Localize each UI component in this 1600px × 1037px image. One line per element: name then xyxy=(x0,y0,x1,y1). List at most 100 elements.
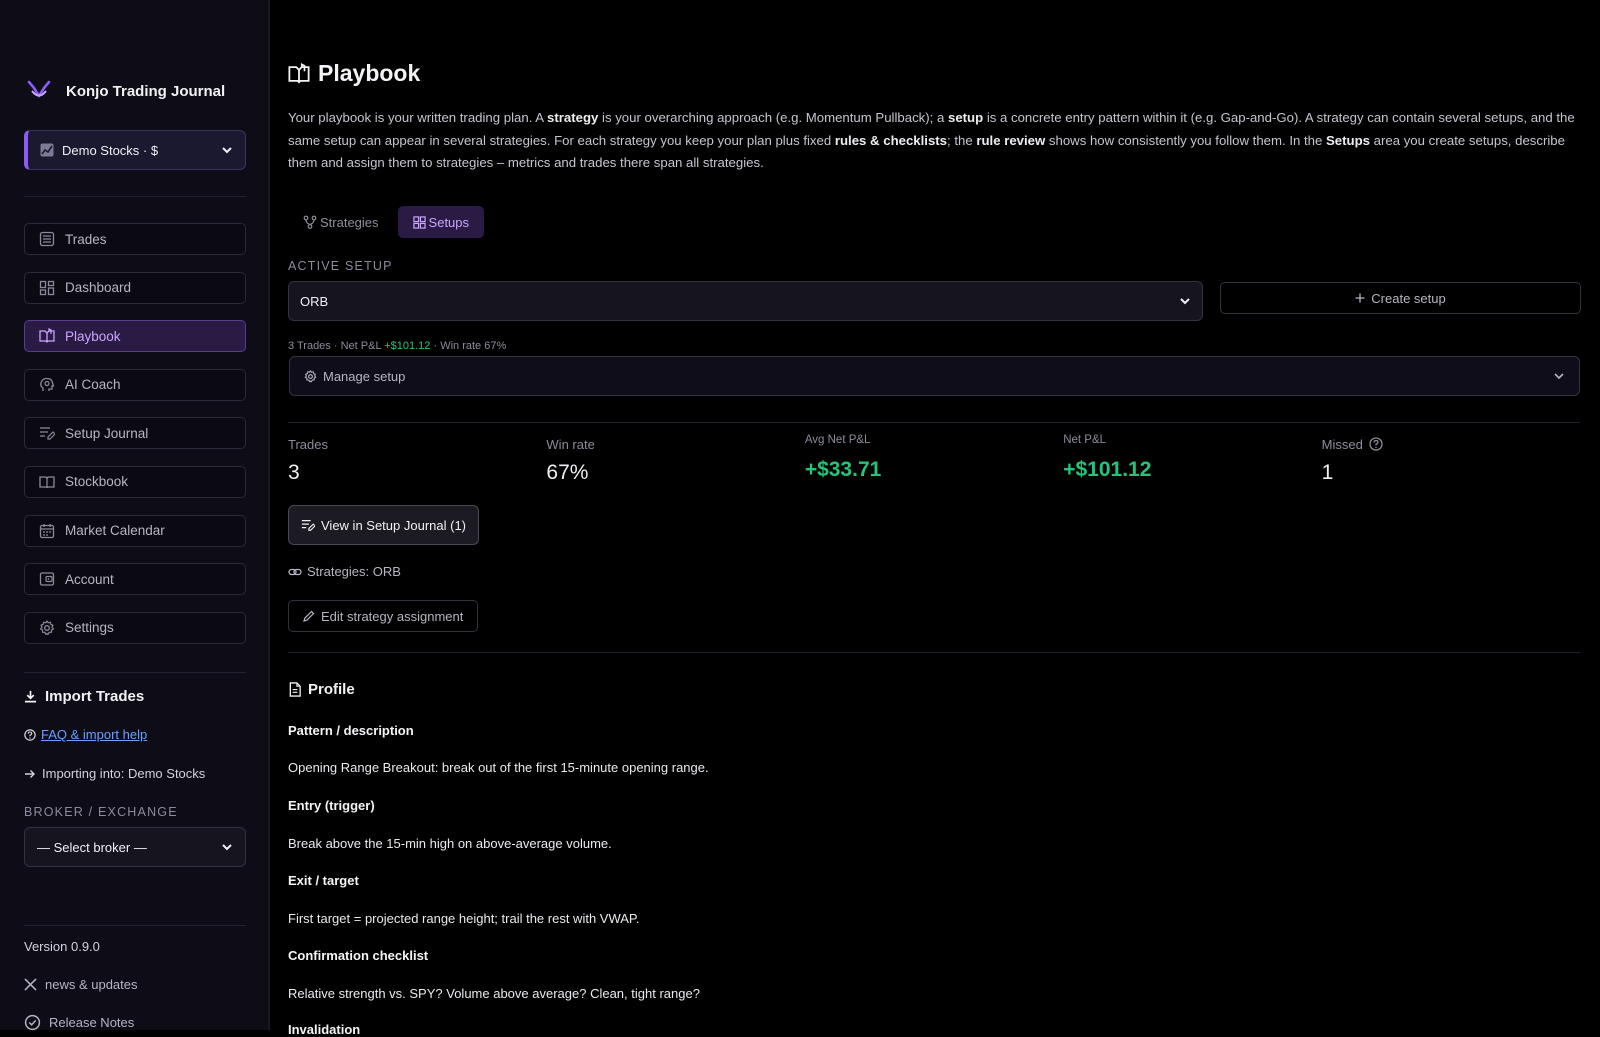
sidebar-item-label: Account xyxy=(65,571,114,587)
sidebar-item-label: Playbook xyxy=(65,328,121,344)
pattern-heading: Pattern / description xyxy=(288,723,414,738)
sidebar-item-label: Dashboard xyxy=(65,280,132,296)
stat-label: Net P&L xyxy=(1063,434,1107,446)
intro-bold: rule review xyxy=(976,132,1046,148)
notes-icon xyxy=(40,427,55,440)
intro-bold: strategy xyxy=(547,110,599,125)
intro-bold: setup xyxy=(947,110,984,125)
link-icon xyxy=(288,568,302,575)
confirmation-text: Relative strength vs. SPY? Volume above … xyxy=(288,986,700,1001)
download-icon xyxy=(24,690,37,703)
stat-trades: Trades 3 xyxy=(288,436,546,485)
create-setup-label: Create setup xyxy=(1371,290,1446,306)
sidebar-divider xyxy=(24,672,246,673)
edit-strategy-assignment-button[interactable]: Edit strategy assignment xyxy=(288,600,479,632)
edit-strategy-assignment-label: Edit strategy assignment xyxy=(321,608,464,624)
importing-into-label: Importing into: Demo Stocks xyxy=(42,766,206,781)
page-title: Playbook xyxy=(288,60,420,87)
news-link[interactable]: news & updates xyxy=(24,977,138,992)
section-divider xyxy=(288,422,1580,423)
stat-value: +$33.71 xyxy=(804,458,882,481)
book-icon xyxy=(288,62,310,84)
sidebar-item-market-calendar[interactable]: Market Calendar xyxy=(24,514,246,547)
broker-select[interactable]: — Select broker — xyxy=(24,827,246,867)
stat-label: Avg Net P&L xyxy=(804,434,871,446)
stat-label-row: Missed xyxy=(1322,436,1580,452)
stat-net-pnl: Net P&L +$101.12 xyxy=(1063,434,1321,485)
summary-trades: 3 Trades xyxy=(288,340,331,352)
faq-link[interactable]: FAQ & import help xyxy=(41,727,147,742)
tab-strategies-label: Strategies xyxy=(320,214,379,230)
exit-text: First target = projected range height; t… xyxy=(288,911,640,926)
branch-icon xyxy=(303,215,317,229)
release-notes-label: Release Notes xyxy=(49,1015,135,1030)
chevron-down-icon xyxy=(222,147,232,154)
notes-icon xyxy=(301,520,315,531)
sidebar-item-label: Trades xyxy=(65,231,107,247)
summary-win-rate: Win rate 67% xyxy=(440,340,507,352)
sidebar-item-ai-coach[interactable]: AI Coach xyxy=(24,368,246,401)
stat-value: 67% xyxy=(546,461,589,484)
sidebar-item-playbook[interactable]: Playbook xyxy=(24,320,246,353)
list-icon xyxy=(39,231,55,247)
exit-heading: Exit / target xyxy=(288,873,359,888)
active-setup-select[interactable]: ORB xyxy=(288,281,1203,321)
stat-value: 1 xyxy=(1321,461,1334,484)
intro-bold: rules & checklists xyxy=(834,132,948,148)
brand[interactable]: Konjo Trading Journal xyxy=(26,78,225,104)
sidebar-item-stockbook[interactable]: Stockbook xyxy=(24,465,246,498)
release-notes-link[interactable]: Release Notes xyxy=(24,1014,134,1031)
wallet-icon xyxy=(39,572,55,586)
active-setup-value: ORB xyxy=(300,293,329,309)
create-setup-button[interactable]: Create setup xyxy=(1220,282,1581,314)
tab-setups[interactable]: Setups xyxy=(397,206,485,238)
sidebar-item-label: Setup Journal xyxy=(65,425,149,441)
importing-into: Importing into: Demo Stocks xyxy=(24,766,205,781)
arrow-right-icon xyxy=(25,769,35,778)
intro-text: is your overarching approach (e.g. Momen… xyxy=(598,110,948,125)
sidebar-item-trades[interactable]: Trades xyxy=(24,223,246,255)
calendar-icon xyxy=(39,523,55,538)
sidebar-divider xyxy=(24,925,246,926)
stat-missed: Missed 1 xyxy=(1322,436,1580,485)
intro-bold: Setups xyxy=(1326,132,1370,148)
entry-text: Break above the 15-min high on above-ave… xyxy=(288,836,612,851)
chart-icon xyxy=(40,143,54,157)
stat-avg-net-pnl: Avg Net P&L +$33.71 xyxy=(804,434,1063,485)
manage-setup-accordion[interactable]: Manage setup xyxy=(289,356,1580,396)
sidebar-item-dashboard[interactable]: Dashboard xyxy=(24,271,246,304)
broker-select-label: — Select broker — xyxy=(37,839,147,855)
view-in-setup-journal-label: View in Setup Journal (1) xyxy=(321,517,467,533)
pencil-icon xyxy=(303,610,315,622)
sidebar-item-account[interactable]: Account xyxy=(24,563,246,596)
help-circle-icon[interactable] xyxy=(1369,437,1383,451)
summary-separator: · xyxy=(333,340,338,352)
book-icon xyxy=(39,328,55,344)
sidebar-divider xyxy=(24,196,246,197)
view-in-setup-journal-button[interactable]: View in Setup Journal (1) xyxy=(288,505,480,545)
sidebar-item-label: AI Coach xyxy=(65,377,121,393)
plus-icon xyxy=(1355,293,1365,303)
intro-text: shows how consistently you follow them. … xyxy=(1045,132,1326,148)
document-icon xyxy=(289,682,301,697)
grid-icon xyxy=(412,215,426,229)
stat-label: Missed xyxy=(1321,436,1363,452)
import-trades-label: Import Trades xyxy=(45,688,145,705)
sidebar-item-label: Settings xyxy=(65,620,114,636)
stat-label: Win rate xyxy=(546,436,595,452)
summary-separator: · xyxy=(433,340,438,352)
entry-heading: Entry (trigger) xyxy=(288,798,375,813)
chevron-down-icon xyxy=(1180,298,1190,305)
tab-strategies[interactable]: Strategies xyxy=(288,206,394,238)
badge-check-icon xyxy=(24,1014,41,1031)
sidebar-item-setup-journal[interactable]: Setup Journal xyxy=(24,417,246,450)
account-select[interactable]: Demo Stocks · $ xyxy=(24,130,246,170)
chevron-down-icon xyxy=(222,844,232,851)
x-logo-icon xyxy=(24,978,37,991)
account-select-label: Demo Stocks · $ xyxy=(62,142,159,158)
sidebar-item-settings[interactable]: Settings xyxy=(24,611,246,644)
gear-icon xyxy=(304,369,317,382)
head-icon xyxy=(40,377,55,391)
stat-label: Trades xyxy=(288,436,328,452)
profile-title: Profile xyxy=(288,681,355,698)
